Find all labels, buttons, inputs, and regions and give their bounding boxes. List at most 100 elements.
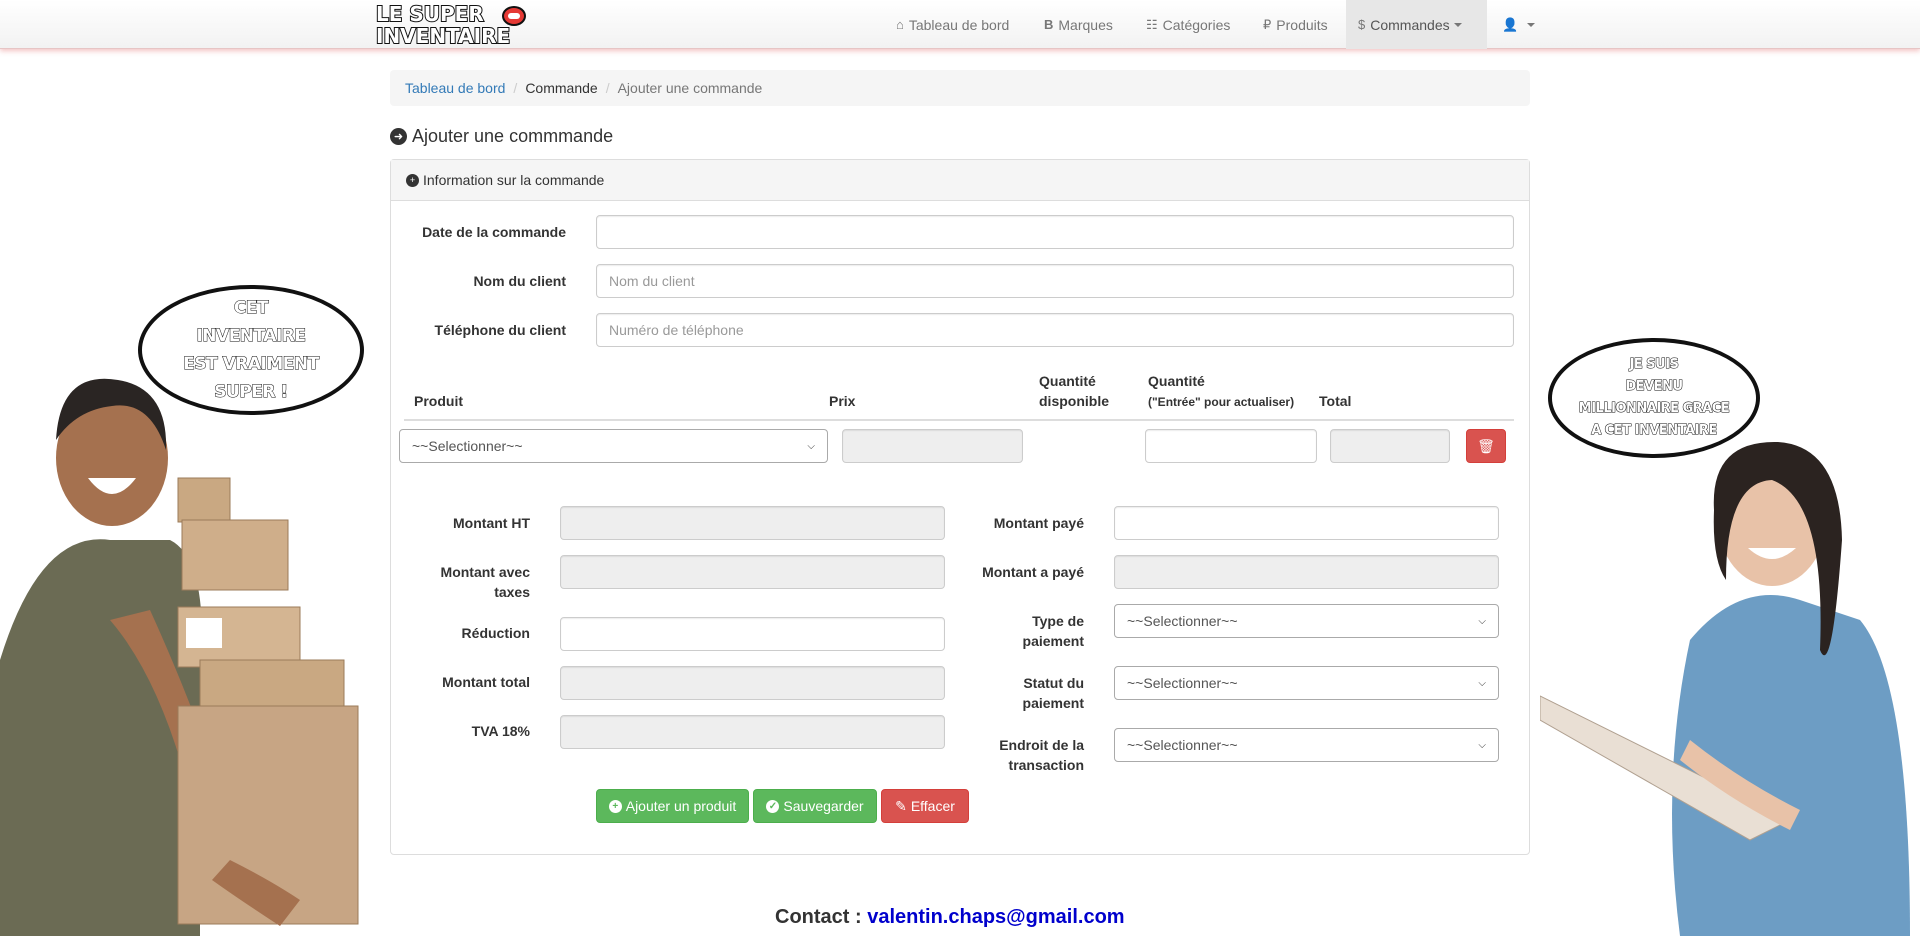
check-circle-icon: ✓ <box>766 799 780 813</box>
breadcrumb-section: Commande <box>525 80 598 96</box>
payment-status-label-1: Statut du <box>1023 675 1084 691</box>
left-bubble-line-2: INVENTAIRE <box>196 326 307 347</box>
col-price: Prix <box>829 393 856 409</box>
clear-label: Effacer <box>910 798 955 814</box>
date-label: Date de la commande <box>422 224 566 240</box>
breadcrumb-separator: / <box>605 80 610 96</box>
user-menu[interactable]: 👤 <box>1490 0 1547 49</box>
remove-row-button[interactable]: 🗑 <box>1466 429 1506 463</box>
total-amount-field <box>560 666 945 700</box>
col-quantity-hint: ("Entrée" pour actualiser) <box>1148 395 1295 409</box>
arrow-circle-right-icon: ➜ <box>390 128 407 145</box>
payment-status-label-2: paiement <box>1022 695 1084 711</box>
eraser-icon: ✎ <box>895 797 907 814</box>
vat-field <box>560 715 945 749</box>
amount-paid-label: Montant payé <box>993 515 1084 531</box>
plus-circle-icon: + <box>406 173 419 187</box>
col-available-line2: disponible <box>1039 393 1109 409</box>
breadcrumb-current: Ajouter une commande <box>617 80 763 96</box>
brand-logo[interactable]: LE SUPER INVENTAIRE <box>374 1 528 49</box>
product-select[interactable]: ~~Selectionner~~ ⌵ <box>399 429 828 463</box>
nav-orders-label: Commandes <box>1370 16 1450 33</box>
col-total: Total <box>1319 393 1352 409</box>
discount-label: Réduction <box>461 625 530 641</box>
transaction-place-label-1: Endroit de la <box>999 737 1084 753</box>
caret-down-icon <box>1453 22 1462 27</box>
page-title-text: Ajouter une commmande <box>412 126 614 146</box>
amount-with-tax-label-2: taxes <box>494 584 530 600</box>
save-button[interactable]: ✓ Sauvegarder <box>753 789 877 823</box>
nav-brands-label: Marques <box>1058 16 1113 33</box>
page-title: ➜ Ajouter une commmande <box>390 126 613 147</box>
right-bubble-line-4: A CET INVENTAIRE <box>1591 423 1718 439</box>
col-available-line1: Quantité <box>1039 373 1096 389</box>
client-phone-label: Téléphone du client <box>434 322 566 338</box>
payment-type-label-2: paiement <box>1022 633 1084 649</box>
contact-line: Contact : valentin.chaps@gmail.com <box>775 906 1125 929</box>
nav-dashboard-label: Tableau de bord <box>908 16 1010 33</box>
contact-email[interactable]: valentin.chaps@gmail.com <box>867 906 1124 928</box>
transaction-place-value: ~~Selectionner~~ <box>1127 737 1238 753</box>
trash-icon: 🗑 <box>1477 437 1495 454</box>
clear-button[interactable]: ✎ Effacer <box>881 789 969 823</box>
vat-label: TVA 18% <box>471 723 530 739</box>
col-available: Quantité disponible <box>1039 371 1109 411</box>
table-header-divider <box>404 419 1514 421</box>
man-with-boxes-image <box>0 378 359 936</box>
amount-paid-input[interactable] <box>1114 506 1499 540</box>
client-name-placeholder: Nom du client <box>609 273 695 289</box>
save-label: Sauvegarder <box>783 798 864 814</box>
nav-orders[interactable]: $ Commandes <box>1346 0 1487 49</box>
payment-type-label: Type de paiement <box>960 611 1084 651</box>
right-bubble-line-2: DEVENU <box>1625 379 1684 395</box>
gamepad-icon <box>502 6 526 26</box>
col-quantity-line2: ("Entrée" pour actualiser) <box>1148 391 1294 412</box>
right-bubble-line-3: MILLIONNAIRE GRACE <box>1578 401 1730 417</box>
amount-with-tax-label-1: Montant avec <box>440 564 530 580</box>
quantity-input[interactable] <box>1145 429 1317 463</box>
panel-heading: + Information sur la commande <box>391 160 1529 201</box>
col-quantity-line1: Quantité <box>1148 373 1205 389</box>
add-product-button[interactable]: + Ajouter un produit <box>596 789 749 823</box>
order-date-input[interactable] <box>596 215 1514 249</box>
price-field <box>842 429 1023 463</box>
list-icon: ☷ <box>1146 16 1158 32</box>
breadcrumb-home-link[interactable]: Tableau de bord <box>405 80 505 96</box>
left-bubble-line-3: EST VRAIMENT <box>183 354 320 375</box>
transaction-place-label-2: transaction <box>1008 757 1084 773</box>
total-amount-label: Montant total <box>442 674 530 690</box>
amount-with-tax-label: Montant avec taxes <box>400 562 530 602</box>
payment-status-select[interactable]: ~~Selectionner~~ ⌵ <box>1114 666 1499 700</box>
chevron-down-icon: ⌵ <box>807 440 815 452</box>
home-icon: ⌂ <box>896 17 904 32</box>
col-product: Produit <box>414 393 463 409</box>
nav-dashboard[interactable]: ⌂ Tableau de bord <box>884 0 1021 49</box>
amount-with-tax-field <box>560 555 945 589</box>
right-speech-bubble: JE SUIS DEVENU MILLIONNAIRE GRACE A CET … <box>1548 338 1760 458</box>
woman-with-clipboard-image <box>1540 441 1910 936</box>
dollar-icon: $ <box>1358 17 1366 32</box>
transaction-place-select[interactable]: ~~Selectionner~~ ⌵ <box>1114 728 1499 762</box>
bold-icon: B <box>1044 17 1054 32</box>
nav-brands[interactable]: B Marques <box>1032 0 1125 49</box>
chevron-down-icon: ⌵ <box>1478 677 1486 689</box>
nav-categories-label: Catégories <box>1162 16 1231 33</box>
left-bubble-line-4: SUPER ! <box>214 382 289 403</box>
nav-categories[interactable]: ☷ Catégories <box>1134 0 1242 49</box>
add-product-label: Ajouter un produit <box>625 798 737 814</box>
payment-status-label: Statut du paiement <box>960 673 1084 713</box>
nav-products-label: Produits <box>1276 16 1328 33</box>
plus-circle-icon: + <box>608 799 622 813</box>
right-bubble-line-1: JE SUIS <box>1629 357 1679 373</box>
product-select-value: ~~Selectionner~~ <box>412 438 523 454</box>
discount-input[interactable] <box>560 617 945 651</box>
nav-products[interactable]: ₽ Produits <box>1251 0 1340 49</box>
transaction-place-label: Endroit de la transaction <box>960 735 1084 775</box>
chevron-down-icon: ⌵ <box>1478 615 1486 627</box>
amount-ht-label: Montant HT <box>453 515 530 531</box>
payment-status-value: ~~Selectionner~~ <box>1127 675 1238 691</box>
amount-ht-field <box>560 506 945 540</box>
client-phone-input[interactable]: Numéro de téléphone <box>596 313 1514 347</box>
client-name-input[interactable]: Nom du client <box>596 264 1514 298</box>
payment-type-select[interactable]: ~~Selectionner~~ ⌵ <box>1114 604 1499 638</box>
